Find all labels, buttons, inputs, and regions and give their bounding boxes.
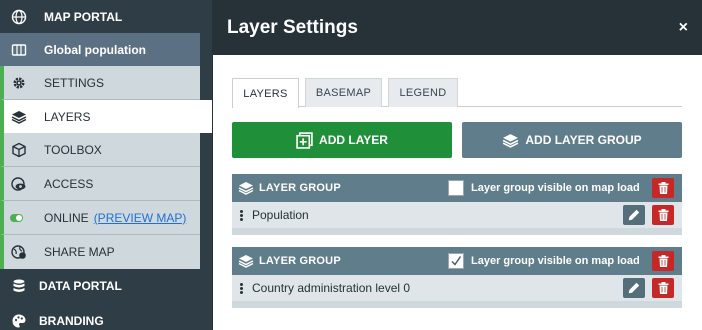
- edit-layer-button[interactable]: [623, 205, 645, 225]
- visible-on-load-toggle[interactable]: Layer group visible on map load: [448, 253, 640, 269]
- tab-bar: LAYERS BASEMAP LEGEND: [232, 78, 682, 108]
- close-icon[interactable]: ×: [679, 19, 688, 37]
- delete-group-button[interactable]: [652, 178, 674, 198]
- add-layer-button[interactable]: ADD LAYER: [232, 122, 452, 158]
- add-layer-icon: [296, 131, 313, 149]
- layer-group-header: LAYER GROUP Layer group visible on map l…: [232, 247, 682, 275]
- tab-layers[interactable]: LAYERS: [232, 78, 299, 108]
- map-icon: [10, 41, 28, 59]
- sidebar-item-access[interactable]: ACCESS: [0, 167, 200, 201]
- sidebar-item-share-map[interactable]: SHARE MAP: [0, 235, 200, 269]
- online-label: ONLINE: [44, 210, 89, 225]
- layer-row: Country administration level 0: [232, 275, 682, 301]
- visible-label: Layer group visible on map load: [471, 255, 640, 267]
- drag-handle-icon[interactable]: [240, 282, 243, 294]
- sidebar-item-label: DATA PORTAL: [39, 278, 122, 293]
- eye-globe-icon: [10, 175, 28, 193]
- palette-icon: [10, 312, 28, 330]
- trash-icon: [658, 182, 668, 194]
- layer-group-title: LAYER GROUP: [259, 255, 341, 267]
- online-toggle-icon[interactable]: [10, 213, 23, 222]
- add-layer-label: ADD LAYER: [319, 133, 388, 147]
- panel-title: Layer Settings: [227, 16, 358, 38]
- sidebar-item-branding[interactable]: BRANDING: [0, 304, 200, 330]
- sidebar-item-online[interactable]: ONLINE (PREVIEW MAP): [0, 201, 200, 235]
- add-layer-group-label: ADD LAYER GROUP: [525, 133, 642, 147]
- edit-layer-button[interactable]: [623, 278, 645, 298]
- visible-checkbox[interactable]: [448, 253, 464, 269]
- checkmark-icon: [451, 256, 462, 266]
- sidebar-item-label: Global population: [44, 42, 146, 57]
- drag-handle-icon[interactable]: [240, 209, 243, 221]
- tab-legend[interactable]: LEGEND: [388, 78, 458, 107]
- sidebar-item-label: SHARE MAP: [44, 245, 115, 259]
- trash-icon: [658, 209, 668, 221]
- delete-group-button[interactable]: [652, 251, 674, 271]
- cube-icon: [10, 141, 28, 159]
- pencil-icon: [628, 282, 640, 294]
- visible-on-load-toggle[interactable]: Layer group visible on map load: [448, 180, 640, 196]
- share-globe-icon: [10, 243, 28, 261]
- add-layer-group-button[interactable]: ADD LAYER GROUP: [462, 122, 682, 158]
- sidebar-item-label: LAYERS: [44, 109, 91, 124]
- layers-icon: [238, 182, 254, 195]
- sidebar-item-data-portal[interactable]: DATA PORTAL: [0, 269, 200, 302]
- globe-icon: [10, 8, 28, 26]
- layer-row: Population: [232, 202, 682, 228]
- panel-header: Layer Settings ×: [213, 0, 702, 55]
- trash-icon: [658, 255, 668, 267]
- sidebar-item-label: ACCESS: [44, 176, 94, 191]
- sidebar-item-layers[interactable]: LAYERS: [0, 100, 212, 133]
- layer-name: Population: [252, 208, 309, 222]
- sidebar-item-label: SETTINGS: [44, 75, 105, 90]
- layer-name: Country administration level 0: [252, 281, 411, 295]
- sidebar-item-global-population[interactable]: Global population: [0, 33, 200, 66]
- tab-basemap[interactable]: BASEMAP: [305, 78, 382, 107]
- sidebar-item-label: MAP PORTAL: [44, 9, 123, 24]
- layer-group-card: LAYER GROUP Layer group visible on map l…: [232, 174, 682, 235]
- database-icon: [10, 277, 28, 295]
- sidebar-item-settings[interactable]: SETTINGS: [0, 66, 200, 100]
- sidebar-item-map-portal[interactable]: MAP PORTAL: [0, 0, 200, 33]
- layer-group-header: LAYER GROUP Layer group visible on map l…: [232, 174, 682, 202]
- gear-icon: [10, 74, 28, 92]
- preview-map-link[interactable]: (PREVIEW MAP): [94, 211, 187, 225]
- sidebar: MAP PORTAL Global population SETTINGS LA…: [0, 0, 212, 330]
- layer-settings-panel: Layer Settings × LAYERS BASEMAP LEGEND A…: [212, 0, 702, 330]
- visible-label: Layer group visible on map load: [471, 182, 640, 194]
- sidebar-item-label: BRANDING: [39, 313, 104, 328]
- layer-group-title: LAYER GROUP: [259, 182, 341, 194]
- delete-layer-button[interactable]: [652, 278, 674, 298]
- layers-icon: [10, 108, 28, 126]
- sidebar-item-toolbox[interactable]: TOOLBOX: [0, 133, 200, 167]
- layers-icon: [503, 133, 519, 148]
- pencil-icon: [628, 209, 640, 221]
- layers-icon: [238, 255, 254, 268]
- visible-checkbox[interactable]: [448, 180, 464, 196]
- sidebar-item-label: TOOLBOX: [44, 142, 102, 157]
- delete-layer-button[interactable]: [652, 205, 674, 225]
- layer-group-card: LAYER GROUP Layer group visible on map l…: [232, 247, 682, 308]
- trash-icon: [658, 282, 668, 294]
